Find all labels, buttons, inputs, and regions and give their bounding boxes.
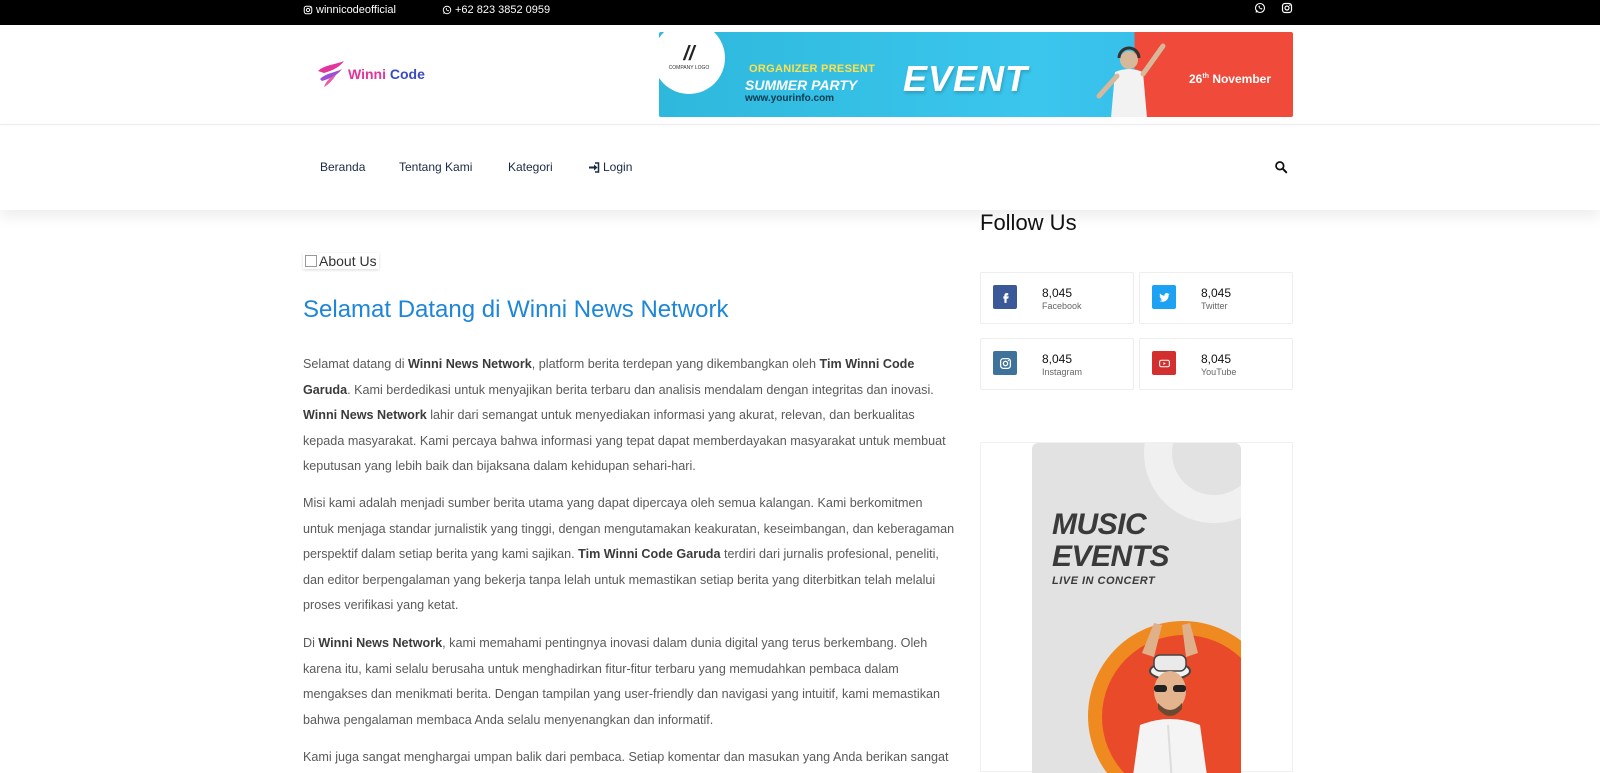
social-network-label: YouTube	[1201, 367, 1237, 377]
page-title: Selamat Datang di Winni News Network	[303, 296, 729, 323]
text-segment: Selamat datang di	[303, 357, 409, 371]
instagram-link[interactable]: winnicodeofficial	[303, 4, 396, 16]
intro-paragraph: Selamat datang di Winni News Network, pl…	[303, 352, 955, 480]
bold-segment: Winni News Network	[408, 357, 532, 371]
bold-segment: Winni News Network	[303, 408, 427, 422]
phone-link[interactable]: +62 823 3852 0959	[442, 4, 550, 16]
nav-item-label: Tentang Kami	[399, 160, 473, 174]
company-logo-mark-icon: //	[683, 43, 695, 65]
about-us-image-alt: About Us	[319, 253, 377, 269]
instagram-icon	[1281, 2, 1293, 14]
top-bar: winnicodeofficial +62 823 3852 0959	[0, 0, 1600, 25]
text-segment: . Kami berdedikasi untuk menyajikan beri…	[347, 382, 934, 397]
nav-item-tentang-kami[interactable]: Tentang Kami	[399, 160, 472, 174]
whatsapp-social-button[interactable]	[1254, 2, 1268, 16]
banner-date-month: November	[1212, 72, 1271, 86]
banner-event: EVENT	[903, 58, 1029, 99]
search-button[interactable]	[1274, 160, 1288, 174]
nav-item-beranda[interactable]: Beranda	[320, 160, 365, 174]
phone-number: +62 823 3852 0959	[455, 4, 551, 16]
logo-text: Winni Code	[348, 66, 425, 82]
bold-segment: Winni News Network	[318, 636, 443, 650]
company-logo-badge: // COMPANY LOGO	[659, 32, 725, 94]
innovation-paragraph: Di Winni News Network, kami memahami pen…	[303, 631, 955, 733]
whatsapp-icon	[442, 5, 452, 15]
bold-segment: Tim Winni Code Garuda	[578, 547, 721, 561]
broken-image-icon	[305, 255, 317, 267]
poster-headline: MUSIC EVENTS	[1052, 508, 1170, 573]
banner-organizer: ORGANIZER PRESENT	[749, 63, 876, 75]
text-segment: Di	[303, 636, 319, 650]
nav-item-kategori[interactable]: Kategori	[508, 160, 553, 174]
banner-date-suffix: th	[1202, 73, 1209, 80]
instagram-handle: winnicodeofficial	[316, 4, 396, 16]
social-card-twitter[interactable]: 8,045 Twitter	[1139, 272, 1293, 324]
banner-date: 26th November	[1189, 72, 1271, 86]
social-network-label: Facebook	[1042, 301, 1082, 311]
youtube-icon	[1152, 351, 1176, 375]
poster-line2: EVENTS	[1052, 540, 1170, 573]
instagram-social-button[interactable]	[1281, 2, 1295, 16]
social-network-label: Instagram	[1042, 367, 1083, 377]
nav-item-login[interactable]: Login	[588, 160, 632, 174]
follow-us-heading: Follow Us	[980, 210, 1077, 235]
social-count: 8,045	[1042, 352, 1073, 366]
social-card-instagram[interactable]: 8,045 Instagram	[980, 338, 1134, 390]
dj-person-image	[1096, 43, 1166, 117]
music-events-ad[interactable]: MUSIC EVENTS LIVE IN CONCERT	[1032, 443, 1241, 773]
banner-party: SUMMER PARTY	[745, 77, 858, 93]
social-count: 8,045	[1201, 352, 1232, 366]
login-icon	[589, 161, 600, 173]
logo-mark-icon	[318, 61, 344, 87]
logo-text-winni: Winni	[348, 66, 386, 82]
whatsapp-icon	[1254, 2, 1266, 14]
nav-item-label: Login	[603, 160, 633, 174]
banner-url: www.yourinfo.com	[745, 93, 835, 104]
site-header: Winni Code // COMPANY LOGO ORGANIZER PRE…	[0, 25, 1600, 125]
poster-man-image	[1133, 623, 1207, 773]
company-logo-label: COMPANY LOGO	[668, 65, 710, 71]
site-logo[interactable]: Winni Code	[316, 56, 426, 92]
poster-subline: LIVE IN CONCERT	[1052, 575, 1156, 587]
instagram-icon	[993, 351, 1017, 375]
search-icon	[1275, 161, 1288, 174]
facebook-icon	[993, 285, 1017, 309]
social-network-label: Twitter	[1201, 301, 1228, 311]
mission-paragraph: Misi kami adalah menjadi sumber berita u…	[303, 491, 955, 619]
social-count: 8,045	[1042, 286, 1073, 300]
about-us-image: About Us	[303, 253, 379, 269]
nav-item-label: Beranda	[320, 160, 366, 174]
nav-item-label: Kategori	[508, 160, 553, 174]
main-navigation: Beranda Tentang Kami Kategori Login	[0, 126, 1600, 210]
instagram-icon	[303, 5, 313, 15]
poster-line1: MUSIC	[1052, 508, 1147, 541]
social-card-youtube[interactable]: 8,045 YouTube	[1139, 338, 1293, 390]
feedback-paragraph: Kami juga sangat menghargai umpan balik …	[303, 750, 949, 764]
twitter-icon	[1152, 285, 1176, 309]
social-count: 8,045	[1201, 286, 1232, 300]
text-segment: , platform berita terdepan yang dikemban…	[531, 357, 820, 371]
banner-date-day: 26	[1189, 72, 1203, 86]
event-banner-ad[interactable]: // COMPANY LOGO ORGANIZER PRESENT SUMMER…	[659, 32, 1293, 117]
logo-text-code: Code	[389, 66, 425, 82]
social-card-facebook[interactable]: 8,045 Facebook	[980, 272, 1134, 324]
